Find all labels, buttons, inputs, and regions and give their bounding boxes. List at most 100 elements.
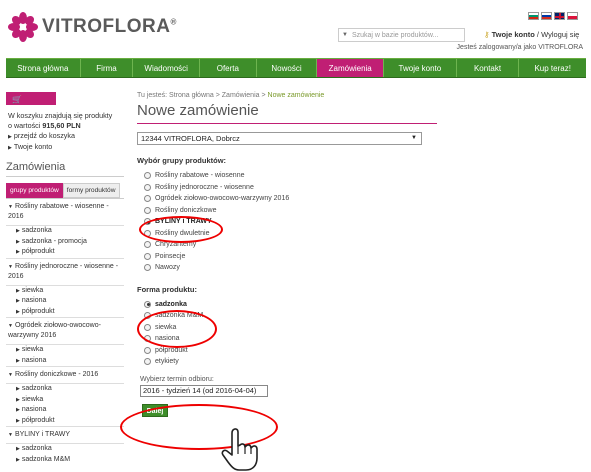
- tree-group[interactable]: ▼ Rośliny jednoroczne - wiosenne - 2016: [6, 257, 124, 286]
- tree-item[interactable]: ▶ półprodukt: [16, 416, 124, 427]
- nav-item-home[interactable]: Strona główna: [6, 59, 81, 77]
- triangle-right-icon: ▶: [16, 347, 20, 353]
- tree-group[interactable]: ▼ Rośliny doniczkowe - 2016: [6, 366, 124, 384]
- key-icon: ⚷: [484, 30, 490, 39]
- tree-item[interactable]: ▶ nasiona: [16, 296, 124, 307]
- your-account-link[interactable]: Twoje konto: [492, 30, 535, 39]
- tree-item[interactable]: ▶ półprodukt: [16, 247, 124, 258]
- radio-icon[interactable]: [144, 346, 151, 354]
- brand-name: VITROFLORA®: [42, 16, 177, 37]
- radio-option-selected[interactable]: sadzonka: [137, 299, 587, 311]
- nav-item-company[interactable]: Firma: [81, 59, 134, 77]
- radio-icon[interactable]: [144, 183, 151, 191]
- chevron-down-icon: ▼: [411, 135, 417, 141]
- highlight-ellipse: [137, 310, 217, 348]
- radio-option[interactable]: półprodukt: [137, 345, 587, 357]
- flag-uk-icon[interactable]: [554, 12, 565, 20]
- nav-item-buy-now[interactable]: Kup teraz!: [519, 59, 586, 77]
- radio-option[interactable]: Poinsecje: [137, 251, 587, 263]
- nav-item-orders[interactable]: Zamówienia: [317, 59, 385, 77]
- cart-icon: 🛒: [12, 95, 22, 104]
- tree-item[interactable]: ▶ nasiona: [16, 405, 124, 416]
- radio-icon[interactable]: [144, 172, 151, 180]
- triangle-down-icon: ▼: [8, 323, 13, 329]
- product-group-label: Wybór grupy produktów:: [137, 156, 227, 165]
- triangle-down-icon: ▼: [8, 372, 13, 378]
- triangle-right-icon: ▶: [16, 396, 20, 403]
- triangle-right-icon: ▶: [16, 249, 20, 255]
- search-placeholder: Szukaj w bazie produktów...: [351, 31, 439, 39]
- radio-option[interactable]: Rośliny jednoroczne - wiosenne: [137, 182, 587, 194]
- pickup-date-select[interactable]: 2016 - tydzień 14 (od 2016-04-04): [140, 384, 268, 397]
- account-links: ⚷ Twoje konto / Wyloguj się: [484, 30, 580, 39]
- radio-option[interactable]: Nawozy: [137, 262, 587, 274]
- tree-subitems: ▶ sadzonka ▶ sadzonka M&M: [6, 444, 124, 465]
- triangle-down-icon: ▼: [8, 204, 13, 210]
- logo[interactable]: VITROFLORA®: [8, 12, 177, 42]
- radio-icon[interactable]: [144, 241, 151, 249]
- highlight-ellipse: [139, 216, 223, 243]
- tree-item[interactable]: ▶ nasiona: [16, 356, 124, 367]
- tree-subitems: ▶ sadzonka ▶ siewka ▶ nasiona ▶ półprodukt: [6, 384, 124, 426]
- main-content: Tu jesteś: Strona główna > Zamówienia > …: [137, 92, 587, 417]
- tree-subitems: ▶ siewka ▶ nasiona: [6, 345, 124, 366]
- radio-option[interactable]: Rośliny doniczkowe: [137, 205, 587, 217]
- tree-item[interactable]: ▶ sadzonka: [16, 384, 124, 395]
- tree-item[interactable]: ▶ sadzonka: [16, 226, 124, 237]
- nav-item-new-products[interactable]: Nowości: [257, 59, 318, 77]
- nav-item-contact[interactable]: Kontakt: [457, 59, 520, 77]
- triangle-right-icon: ▶: [16, 357, 20, 364]
- tree-subitems: ▶ siewka ▶ nasiona ▶ półprodukt: [6, 286, 124, 318]
- triangle-right-icon: ▶: [16, 386, 20, 392]
- triangle-down-icon: ▼: [8, 432, 13, 438]
- client-select[interactable]: 12344 VITROFLORA, Dobrcz ▼: [137, 132, 422, 145]
- nav-item-news[interactable]: Wiadomości: [133, 59, 201, 77]
- triangle-right-icon: ▶: [16, 238, 20, 245]
- page-title: Nowe zamówienie: [137, 102, 437, 124]
- radio-option[interactable]: Chryzantemy: [137, 239, 587, 251]
- radio-option[interactable]: Rośliny rabatowe - wiosenne: [137, 170, 587, 182]
- radio-option[interactable]: etykiety: [137, 356, 587, 368]
- radio-icon[interactable]: [144, 358, 151, 366]
- radio-icon[interactable]: [144, 206, 151, 214]
- nav-item-offer[interactable]: Oferta: [200, 59, 257, 77]
- cart-header[interactable]: 🛒 Koszyk: [6, 92, 56, 113]
- radio-option[interactable]: Ogródek ziołowo-owocowo-warzywny 2016: [137, 193, 587, 205]
- breadcrumb-orders[interactable]: Zamówienia: [222, 92, 260, 99]
- your-account-link-sidebar[interactable]: ▶ Twoje konto: [8, 142, 122, 153]
- radio-icon[interactable]: [144, 252, 151, 260]
- tree-item[interactable]: ▶ sadzonka M&M: [16, 455, 124, 466]
- radio-icon[interactable]: [144, 195, 151, 203]
- tree-item[interactable]: ▶ siewka: [16, 286, 124, 297]
- tree-item[interactable]: ▶ półprodukt: [16, 307, 124, 318]
- flag-poland-icon[interactable]: [567, 12, 578, 20]
- triangle-right-icon: ▶: [8, 145, 12, 151]
- logout-link[interactable]: Wyloguj się: [541, 30, 579, 39]
- search-input[interactable]: ▼ Szukaj w bazie produktów...: [338, 28, 465, 42]
- triangle-right-icon: ▶: [16, 417, 20, 424]
- radio-checked-icon[interactable]: [144, 300, 151, 308]
- goto-cart-link[interactable]: ▶ przejdź do koszyka: [8, 131, 122, 142]
- triangle-right-icon: ▶: [16, 228, 20, 234]
- tab-product-forms[interactable]: formy produktów: [62, 183, 120, 198]
- tree-group[interactable]: ▼ Rośliny rabatowe - wiosenne - 2016: [6, 199, 124, 226]
- breadcrumb-home[interactable]: Strona główna: [169, 92, 214, 99]
- radio-icon[interactable]: [144, 264, 151, 272]
- tree-group[interactable]: ▼ Ogródek ziołowo-owocowo-warzywny 2016: [6, 317, 124, 345]
- sidebar-tree: ▼ Rośliny rabatowe - wiosenne - 2016 ▶ sad…: [6, 198, 124, 465]
- nav-item-your-account[interactable]: Twoje konto: [384, 59, 457, 77]
- flag-russia-icon[interactable]: [541, 12, 552, 20]
- flag-bulgaria-icon[interactable]: [528, 12, 539, 20]
- tree-item[interactable]: ▶ sadzonka - promocja: [16, 237, 124, 248]
- header: VITROFLORA® ▼ Szukaj w bazie produktów..…: [0, 0, 591, 58]
- tree-item[interactable]: ▶ siewka: [16, 345, 124, 356]
- breadcrumb-current: Nowe zamówienie: [267, 92, 325, 99]
- sidebar-title: Zamówienia: [6, 161, 124, 177]
- tree-group[interactable]: ▼ BYLINY i TRAWY: [6, 426, 124, 444]
- tab-product-groups[interactable]: grupy produktów: [6, 183, 63, 198]
- triangle-right-icon: ▶: [16, 308, 20, 315]
- triangle-right-icon: ▶: [8, 134, 12, 140]
- tree-item[interactable]: ▶ siewka: [16, 395, 124, 406]
- tree-item[interactable]: ▶ sadzonka: [16, 444, 124, 455]
- cart-summary: W koszyku znajdują się produkty o wartoś…: [6, 107, 124, 155]
